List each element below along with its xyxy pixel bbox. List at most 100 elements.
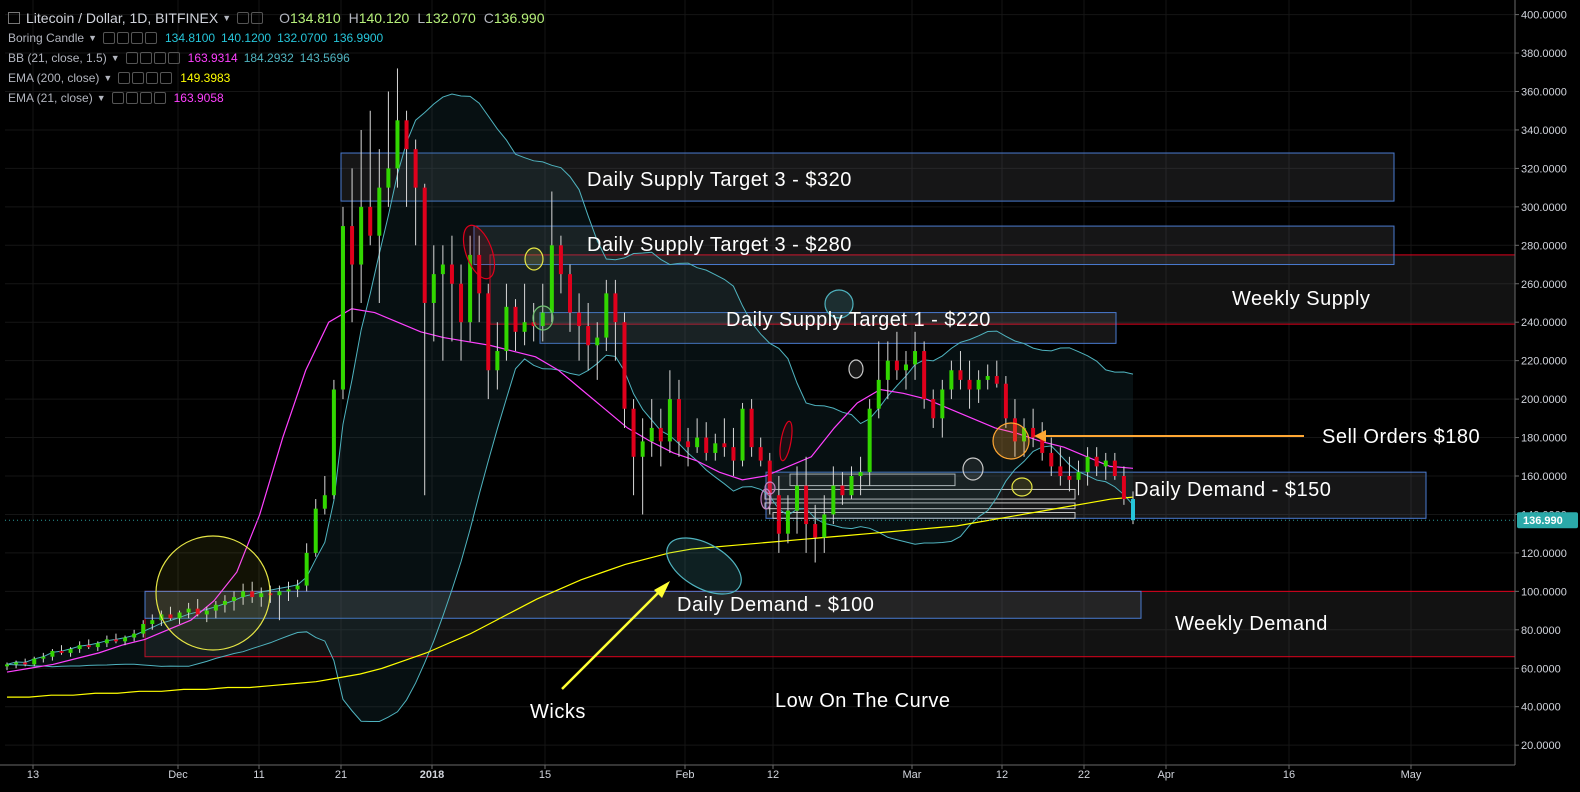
candle-body <box>822 514 827 538</box>
legend: Litecoin / Dollar, 1D, BITFINEX ▼ O134.8… <box>8 8 544 108</box>
candle-body <box>731 447 736 461</box>
settings-icon[interactable] <box>139 52 152 64</box>
candle-body <box>704 437 709 453</box>
indicator-value: 136.9900 <box>333 31 384 45</box>
symbol-title[interactable]: Litecoin / Dollar, 1D, BITFINEX <box>26 8 218 28</box>
price-tick-label: 160.0000 <box>1521 471 1567 483</box>
indicator-row[interactable]: Boring Candle ▼ 134.8100 140.1200 132.0700 13… <box>8 28 544 48</box>
candle-body <box>5 664 9 667</box>
chevron-down-icon[interactable]: ▼ <box>88 28 97 48</box>
ohlc-label: H <box>348 10 359 26</box>
price-tick-label: 100.0000 <box>1521 586 1567 598</box>
candle-body <box>23 662 28 665</box>
label-low-on-curve: Low On The Curve <box>775 690 951 712</box>
close-icon[interactable] <box>167 52 180 64</box>
indicator-value: 132.0700 <box>277 31 328 45</box>
candle-body <box>422 187 427 303</box>
indicator-row[interactable]: BB (21, close, 1.5) ▼ 163.9314 184.2932 143.… <box>8 48 544 68</box>
candle-body <box>14 662 19 665</box>
candle-body <box>377 187 382 236</box>
price-tick-label: 200.0000 <box>1521 394 1567 406</box>
candle-body <box>713 443 718 453</box>
ohlc-value: 140.120 <box>358 10 410 26</box>
candle-body <box>113 639 118 642</box>
candle-body <box>459 283 464 323</box>
candle-body <box>331 389 336 496</box>
chevron-down-icon[interactable]: ▼ <box>111 48 120 68</box>
symbol-collapse-icon[interactable] <box>8 12 20 24</box>
candle-body <box>413 149 418 188</box>
time-tick-label: Apr <box>1157 769 1174 781</box>
tradingview-chart[interactable]: Daily Supply Target 3 - $320 Daily Supply… <box>0 0 1580 792</box>
indicator-value: 149.3983 <box>180 71 231 85</box>
time-tick-label: Feb <box>676 769 695 781</box>
eye-icon[interactable] <box>118 72 131 84</box>
candle-body <box>1003 383 1008 419</box>
eye-icon[interactable] <box>125 52 138 64</box>
indicator-row[interactable]: EMA (200, close) ▼ 149.3983 <box>8 68 544 88</box>
price-tick-label: 400.0000 <box>1521 10 1567 22</box>
eye-icon[interactable] <box>237 12 250 24</box>
label-demand-150: Daily Demand - $150 <box>1134 479 1331 501</box>
yellow-small-circle <box>524 247 544 271</box>
candle-body <box>558 245 563 275</box>
add-icon[interactable] <box>153 52 166 64</box>
price-tick-label: 380.0000 <box>1521 48 1567 60</box>
time-tick-label: 15 <box>539 769 551 781</box>
eye-icon[interactable] <box>111 92 124 104</box>
candle-body <box>722 443 727 448</box>
settings-icon[interactable] <box>116 32 129 44</box>
chevron-down-icon[interactable]: ▼ <box>103 68 112 88</box>
settings-icon[interactable] <box>125 92 138 104</box>
indicator-name[interactable]: EMA (21, close) <box>8 88 93 108</box>
price-tick-label: 60.0000 <box>1521 663 1561 675</box>
indicator-name[interactable]: BB (21, close, 1.5) <box>8 48 107 68</box>
settings-icon[interactable] <box>251 12 264 24</box>
indicator-value: 134.8100 <box>164 31 216 45</box>
chart-canvas[interactable]: Daily Supply Target 3 - $320 Daily Supply… <box>0 0 1580 792</box>
green-small-ellipse <box>532 305 554 331</box>
candle-body <box>495 351 500 371</box>
add-icon[interactable] <box>146 72 159 84</box>
close-icon[interactable] <box>160 72 173 84</box>
price-tick-label: 300.0000 <box>1521 202 1567 214</box>
add-icon[interactable] <box>130 32 143 44</box>
price-tick-label: 80.0000 <box>1521 625 1561 637</box>
candle-body <box>359 206 364 265</box>
candle-body <box>931 399 936 419</box>
candle-body <box>32 658 37 665</box>
candle-body <box>1058 466 1063 476</box>
indicator-name[interactable]: EMA (200, close) <box>8 68 99 88</box>
candle-body <box>86 645 91 648</box>
candle-body <box>949 370 954 390</box>
candle-body <box>867 408 872 473</box>
last-price-label: 136.990 <box>1523 515 1563 527</box>
price-tick-label: 120.0000 <box>1521 548 1567 560</box>
candle-body <box>368 206 373 236</box>
add-icon[interactable] <box>139 92 152 104</box>
indicator-buttons <box>111 92 166 104</box>
candle-body <box>395 120 400 169</box>
indicator-value: 140.1200 <box>221 31 272 45</box>
indicator-row[interactable]: EMA (21, close) ▼ 163.9058 <box>8 88 544 108</box>
time-tick-label: 12 <box>767 769 779 781</box>
price-tick-label: 280.0000 <box>1521 240 1567 252</box>
indicator-name[interactable]: Boring Candle <box>8 28 84 48</box>
candle-body <box>41 656 46 659</box>
price-tick-label: 40.0000 <box>1521 702 1561 714</box>
chevron-down-icon[interactable]: ▼ <box>97 88 106 108</box>
candle-body <box>577 312 582 327</box>
close-icon[interactable] <box>153 92 166 104</box>
candle-body <box>858 472 863 476</box>
symbol-row[interactable]: Litecoin / Dollar, 1D, BITFINEX ▼ O134.8… <box>8 8 544 28</box>
candle-body <box>322 495 327 509</box>
candle-body <box>549 245 554 313</box>
candle-body <box>922 351 927 400</box>
chevron-down-icon[interactable]: ▼ <box>222 8 231 28</box>
settings-icon[interactable] <box>132 72 145 84</box>
time-tick-label: 12 <box>996 769 1008 781</box>
ohlc-label: L <box>417 10 426 26</box>
candle-body <box>1131 499 1135 521</box>
close-icon[interactable] <box>144 32 157 44</box>
eye-icon[interactable] <box>102 32 115 44</box>
